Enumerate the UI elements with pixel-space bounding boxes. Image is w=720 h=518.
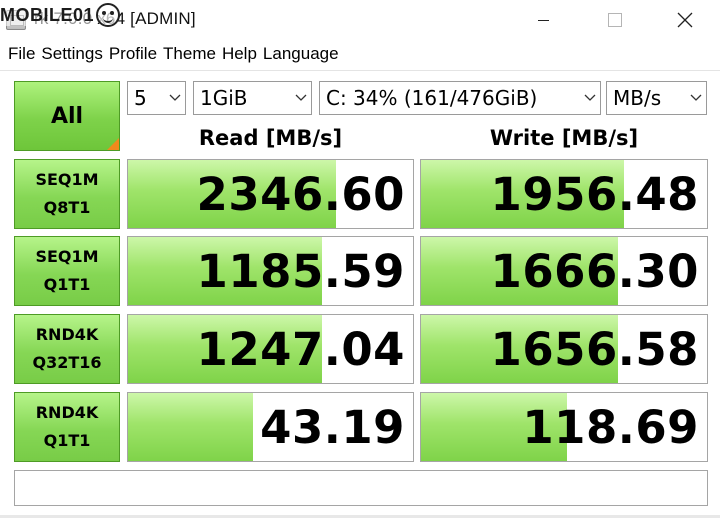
test-name: RND4K	[35, 325, 99, 344]
write-result-value: 1656.58	[490, 322, 699, 376]
corner-marker	[107, 138, 119, 150]
write-result-cell: 118.69	[420, 392, 708, 462]
read-result-cell: 1185.59	[127, 236, 414, 306]
write-result-value: 118.69	[522, 400, 699, 454]
test-button-seq1m-q1t1[interactable]: SEQ1M Q1T1	[14, 236, 120, 306]
read-result-value: 1185.59	[196, 244, 405, 298]
title-bar[interactable]: rk 7.0.0 x64 [ADMIN] MOBILE01	[0, 0, 720, 40]
test-button-seq1m-q8t1[interactable]: SEQ1M Q8T1	[14, 159, 120, 229]
menu-profile[interactable]: Profile	[109, 44, 163, 64]
unit-select[interactable]: MB/s	[606, 81, 707, 115]
maximize-button[interactable]	[592, 0, 638, 40]
all-button[interactable]: All	[14, 81, 120, 151]
test-size-select[interactable]: 1GiB	[193, 81, 312, 115]
test-params: Q8T1	[43, 198, 91, 217]
test-name: RND4K	[35, 403, 99, 422]
write-result-cell: 1956.48	[420, 159, 708, 229]
unit-value: MB/s	[613, 86, 662, 110]
test-name: SEQ1M	[35, 247, 99, 266]
watermark-face-icon	[96, 3, 121, 27]
write-result-cell: 1656.58	[420, 314, 708, 384]
watermark: MOBILE01	[0, 2, 140, 28]
read-result-cell: 1247.04	[127, 314, 414, 384]
close-icon	[677, 12, 693, 28]
drive-select[interactable]: C: 34% (161/476GiB)	[319, 81, 601, 115]
drive-value: C: 34% (161/476GiB)	[326, 86, 538, 110]
read-result-value: 43.19	[260, 400, 405, 454]
write-result-value: 1956.48	[490, 167, 699, 221]
menu-language[interactable]: Language	[263, 44, 345, 64]
menu-settings[interactable]: Settings	[41, 44, 108, 64]
test-button-rnd4k-q1t1[interactable]: RND4K Q1T1	[14, 392, 120, 462]
menu-file[interactable]: File	[0, 44, 41, 64]
read-result-bar	[128, 393, 254, 461]
menu-theme[interactable]: Theme	[163, 44, 222, 64]
write-column-header: Write [MB/s]	[489, 126, 639, 150]
read-result-cell: 2346.60	[127, 159, 414, 229]
write-result-value: 1666.30	[490, 244, 699, 298]
test-name: SEQ1M	[35, 170, 99, 189]
maximize-icon	[608, 13, 622, 27]
minimize-button[interactable]	[520, 0, 566, 40]
menu-bar: File Settings Profile Theme Help Languag…	[0, 40, 720, 68]
test-params: Q1T1	[43, 431, 91, 450]
test-params: Q32T16	[32, 353, 102, 372]
comment-field[interactable]	[14, 470, 708, 506]
read-result-cell: 43.19	[127, 392, 414, 462]
test-params: Q1T1	[43, 275, 91, 294]
menu-help[interactable]: Help	[222, 44, 263, 64]
chevron-down-icon	[291, 82, 311, 114]
read-result-value: 2346.60	[196, 167, 405, 221]
watermark-text: MOBILE01	[0, 4, 95, 26]
chevron-down-icon	[165, 82, 185, 114]
chevron-down-icon	[686, 82, 706, 114]
minimize-icon	[537, 19, 549, 21]
all-button-label: All	[50, 103, 84, 129]
test-count-select[interactable]: 5	[127, 81, 186, 115]
chevron-down-icon	[580, 82, 600, 114]
close-button[interactable]	[662, 0, 708, 40]
test-button-rnd4k-q32t16[interactable]: RND4K Q32T16	[14, 314, 120, 384]
test-count-value: 5	[134, 86, 147, 110]
test-size-value: 1GiB	[200, 86, 248, 110]
read-result-value: 1247.04	[196, 322, 405, 376]
write-result-cell: 1666.30	[420, 236, 708, 306]
read-column-header: Read [MB/s]	[198, 126, 343, 150]
